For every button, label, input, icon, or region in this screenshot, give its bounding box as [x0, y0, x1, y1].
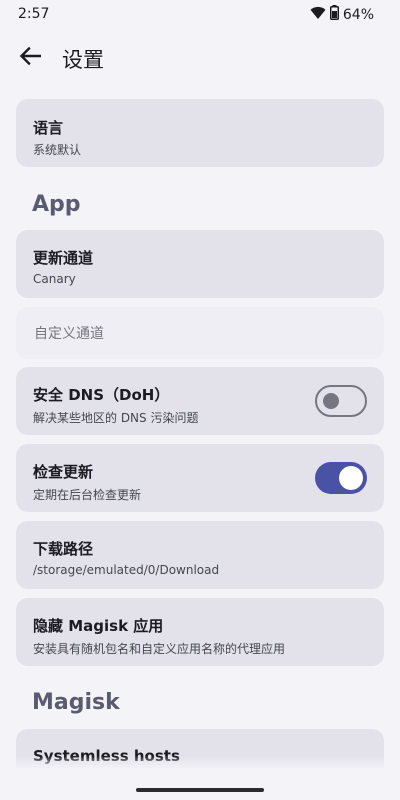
check-update-toggle[interactable]	[315, 462, 367, 494]
section-header-app: App	[32, 192, 81, 217]
check-update-setting[interactable]: 检查更新 定期在后台检查更新	[16, 444, 384, 512]
section-header-magisk: Magisk	[32, 690, 120, 715]
status-time: 2:57	[18, 6, 50, 22]
download-path-setting[interactable]: 下载路径 /storage/emulated/0/Download	[16, 521, 384, 589]
wifi-icon	[310, 6, 326, 24]
arrow-left-icon	[19, 46, 42, 69]
update-channel-summary: Canary	[33, 272, 76, 286]
hide-app-title: 隐藏 Magisk 应用	[33, 617, 164, 635]
scroll-fade	[0, 756, 400, 770]
status-bar: 2:57 64%	[0, 0, 400, 30]
custom-channel-field[interactable]	[16, 307, 384, 361]
settings-list[interactable]: 语言 系统默认 App 更新通道 Canary 安全 DNS（DoH） 解决某些…	[0, 92, 400, 768]
secure-dns-title: 安全 DNS（DoH）	[33, 386, 170, 404]
update-channel-title: 更新通道	[33, 249, 94, 267]
language-setting[interactable]: 语言 系统默认	[16, 99, 384, 167]
toggle-knob	[323, 393, 339, 409]
update-channel-setting[interactable]: 更新通道 Canary	[16, 230, 384, 298]
language-summary: 系统默认	[33, 143, 82, 157]
check-update-title: 检查更新	[33, 463, 94, 481]
page-title: 设置	[62, 48, 104, 72]
language-title: 语言	[33, 119, 64, 137]
hide-app-setting[interactable]: 隐藏 Magisk 应用 安装具有随机包名和自定义应用名称的代理应用	[16, 598, 384, 666]
gesture-nav-handle[interactable]	[136, 788, 264, 792]
battery-icon	[329, 5, 339, 24]
app-bar: 设置	[0, 38, 400, 78]
battery-level: 64%	[342, 6, 374, 23]
secure-dns-summary: 解决某些地区的 DNS 污染问题	[33, 411, 199, 425]
check-update-summary: 定期在后台检查更新	[33, 488, 142, 502]
download-path-title: 下载路径	[33, 540, 94, 558]
back-button[interactable]	[14, 40, 46, 76]
status-icons: 64%	[310, 5, 374, 24]
secure-dns-toggle[interactable]	[315, 385, 367, 417]
hide-app-summary: 安装具有随机包名和自定义应用名称的代理应用	[33, 642, 286, 656]
toggle-knob	[339, 466, 363, 490]
custom-channel-input[interactable]	[32, 307, 372, 361]
download-path-summary: /storage/emulated/0/Download	[33, 563, 220, 577]
secure-dns-setting[interactable]: 安全 DNS（DoH） 解决某些地区的 DNS 污染问题	[16, 367, 384, 435]
